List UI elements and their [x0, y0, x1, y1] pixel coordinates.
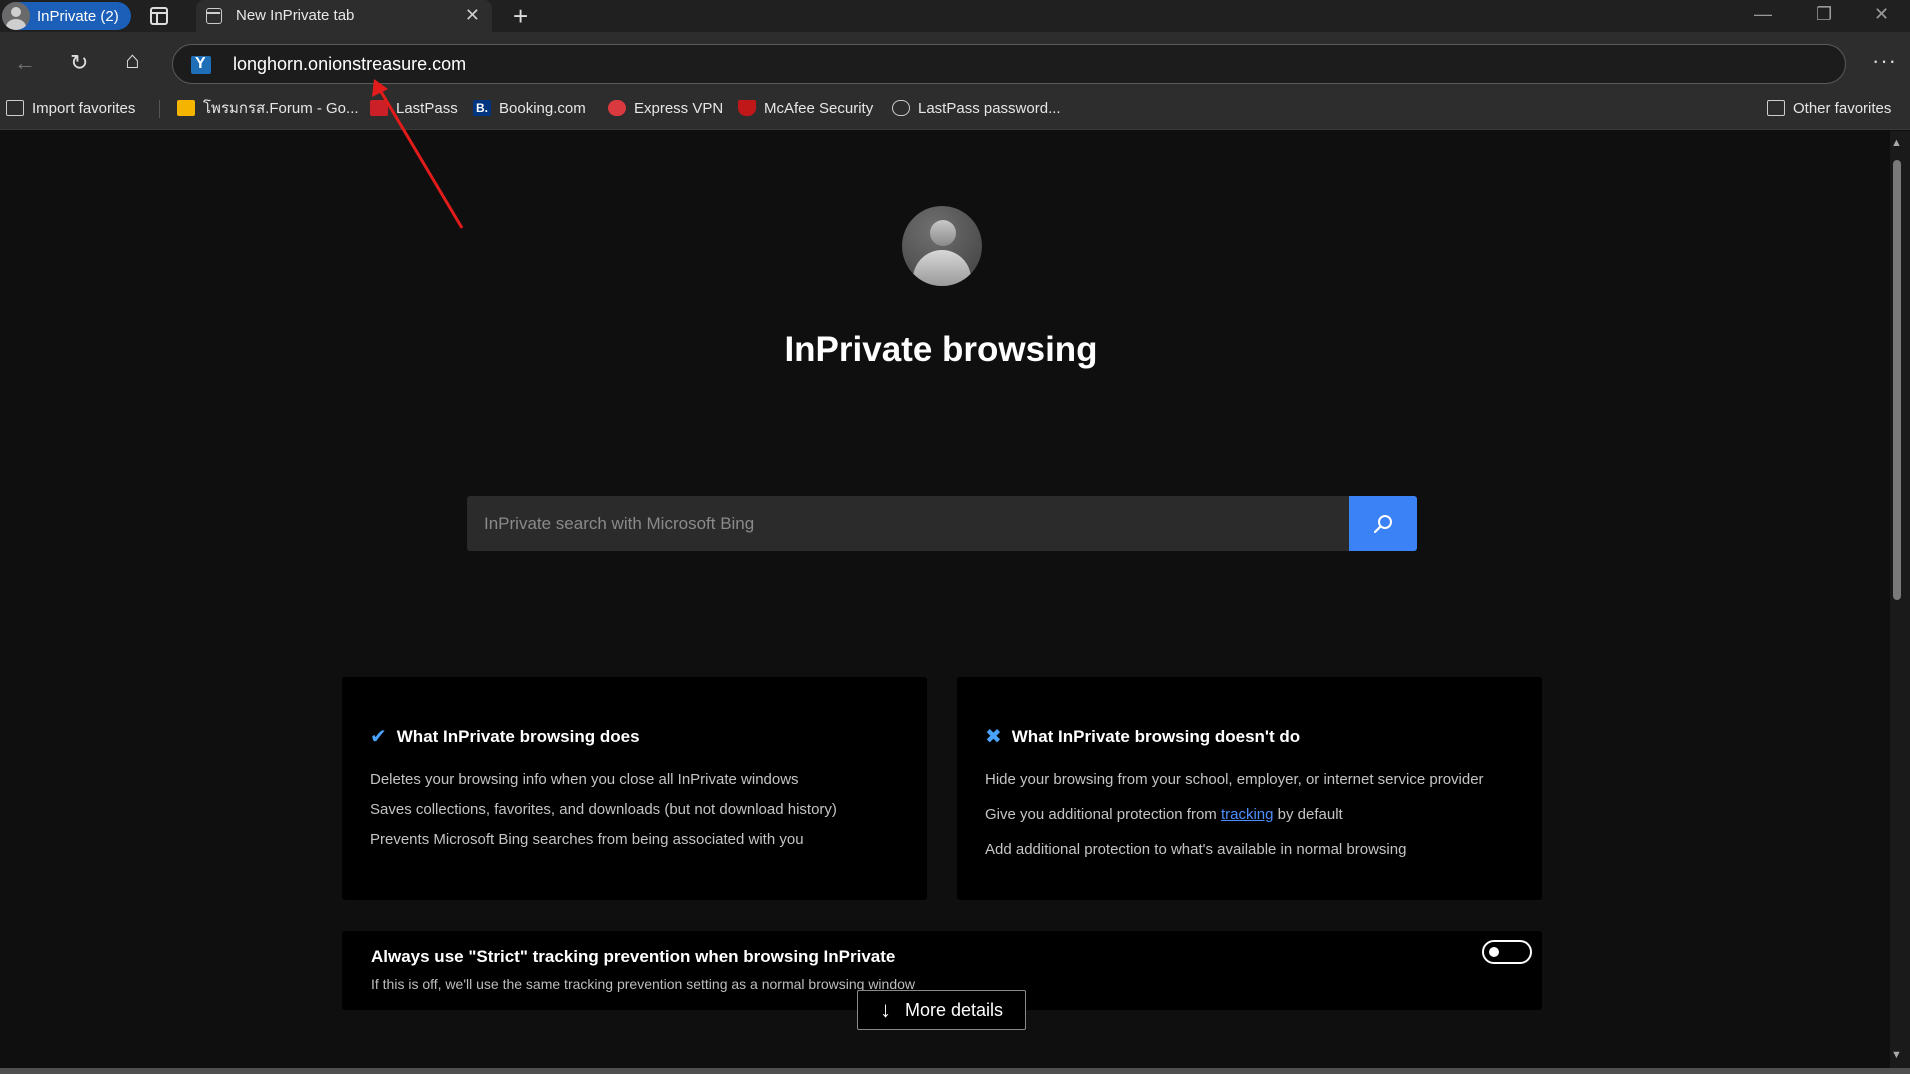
folder-yellow-icon [177, 100, 195, 116]
favorite-label: LastPass [396, 99, 458, 117]
doesnt-card-title: ✖ What InPrivate browsing doesn't do [985, 724, 1300, 749]
checkmark-icon: ✔ [370, 726, 387, 748]
tab-new-inprivate[interactable]: New InPrivate tab ✕ [196, 0, 492, 32]
doesnt-card-title-text: What InPrivate browsing doesn't do [1011, 726, 1301, 746]
tab-title: New InPrivate tab [236, 7, 355, 24]
does-card-title: ✔ What InPrivate browsing does [370, 724, 640, 749]
favorites-divider [159, 100, 160, 118]
back-button[interactable]: ← [14, 50, 36, 76]
search-input[interactable] [467, 496, 1351, 551]
avatar-head [930, 220, 956, 246]
favorite-import[interactable]: Import favorites [6, 97, 135, 119]
other-favorites[interactable]: Other favorites [1767, 97, 1891, 119]
home-button[interactable]: ⌂ [125, 47, 140, 75]
doesnt-line-1: Hide your browsing from your school, emp… [985, 771, 1484, 788]
tab-actions-icon[interactable] [150, 7, 168, 25]
favorite-label: Express VPN [634, 99, 724, 117]
toggle-knob [1489, 947, 1499, 957]
favorite-booking[interactable]: B. Booking.com [473, 97, 586, 119]
settings-more-button[interactable]: ··· [1872, 48, 1897, 74]
tab-close-icon[interactable]: ✕ [465, 5, 480, 26]
search-button[interactable] [1349, 496, 1417, 551]
strict-tracking-description: If this is off, we'll use the same track… [371, 976, 916, 992]
favorite-label: McAfee Security [764, 99, 874, 117]
booking-icon: B. [473, 100, 491, 116]
does-line-2: Saves collections, favorites, and downlo… [370, 801, 837, 818]
site-favicon-icon [191, 55, 211, 74]
tracking-link[interactable]: tracking [1221, 806, 1274, 823]
lastpass-icon [370, 100, 388, 116]
doesnt-line-2-prefix: Give you additional protection from [985, 806, 1221, 823]
favorite-expressvpn[interactable]: Express VPN [608, 97, 723, 119]
strict-tracking-title: Always use "Strict" tracking prevention … [371, 947, 896, 966]
inprivate-profile-button[interactable]: InPrivate (2) [2, 2, 131, 30]
scroll-down-arrow-icon[interactable]: ▼ [1891, 1049, 1902, 1061]
favorite-lastpass[interactable]: LastPass [370, 97, 458, 119]
import-icon [6, 100, 24, 116]
bing-search-box[interactable] [467, 496, 1351, 551]
does-card: ✔ What InPrivate browsing does Deletes y… [342, 677, 927, 900]
x-mark-icon: ✖ [985, 726, 1002, 748]
doesnt-line-2: Give you additional protection from trac… [985, 806, 1343, 823]
favorite-mcafee[interactable]: McAfee Security [738, 97, 873, 119]
favorite-label: Booking.com [499, 99, 586, 117]
favorite-forum[interactable]: โพรมกรส.Forum - Go... [177, 97, 359, 119]
strict-tracking-toggle[interactable] [1482, 940, 1532, 964]
doesnt-line-3: Add additional protection to what's avai… [985, 841, 1407, 858]
profile-avatar-icon [2, 2, 30, 30]
scroll-up-arrow-icon[interactable]: ▲ [1891, 137, 1902, 149]
scrollbar-thumb[interactable] [1893, 160, 1901, 600]
tab-page-icon [206, 8, 222, 24]
does-line-3: Prevents Microsoft Bing searches from be… [370, 831, 804, 848]
does-line-1: Deletes your browsing info when you clos… [370, 771, 799, 788]
minimize-button[interactable]: — [1754, 4, 1772, 25]
more-details-label: More details [904, 999, 1004, 1020]
folder-icon [1767, 100, 1785, 116]
mcafee-icon [738, 100, 756, 116]
favorite-lastpass-password[interactable]: LastPass password... [892, 97, 1061, 119]
favorite-label: LastPass password... [918, 99, 1061, 117]
address-bar[interactable]: longhorn.onionstreasure.com [172, 44, 1846, 84]
more-details-button[interactable]: ↓ More details [857, 990, 1026, 1030]
inprivate-label: InPrivate (2) [37, 7, 119, 25]
page-title: InPrivate browsing [784, 330, 1098, 369]
window-bottom-edge [0, 1068, 1910, 1074]
favorite-label: โพรมกรส.Forum - Go... [203, 100, 359, 117]
arrow-down-icon: ↓ [879, 997, 891, 1022]
other-favorites-label: Other favorites [1793, 99, 1892, 117]
refresh-button[interactable]: ↻ [70, 50, 88, 76]
new-tab-button[interactable]: + [513, 1, 528, 32]
close-window-button[interactable]: ✕ [1874, 4, 1889, 25]
doesnt-line-2-suffix: by default [1273, 806, 1343, 823]
does-card-title-text: What InPrivate browsing does [396, 726, 640, 746]
avatar-body [913, 250, 971, 286]
url-text[interactable]: longhorn.onionstreasure.com [233, 54, 466, 75]
search-icon [1373, 514, 1392, 533]
doesnt-card: ✖ What InPrivate browsing doesn't do Hid… [957, 677, 1542, 900]
expressvpn-icon [608, 100, 626, 116]
globe-icon [892, 100, 910, 116]
restore-button[interactable]: ❐ [1816, 4, 1832, 25]
favorite-label: Import favorites [32, 99, 136, 117]
inprivate-avatar-icon [902, 206, 982, 286]
